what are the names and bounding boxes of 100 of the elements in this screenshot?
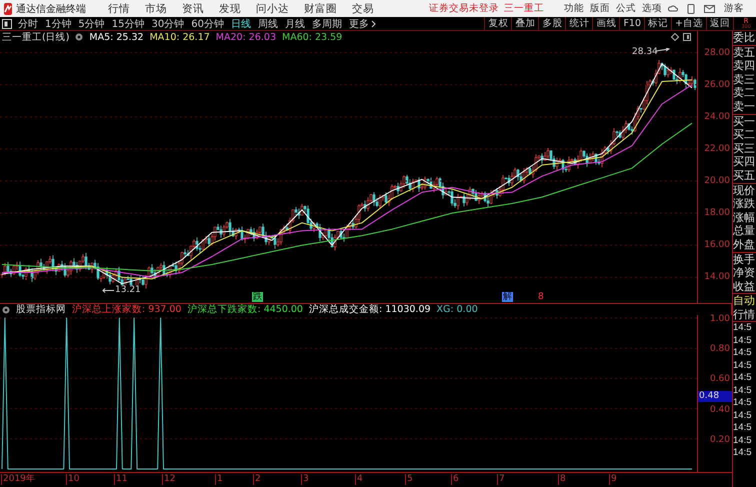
date-axis-label: 6 [451,474,459,485]
quote-field-label: 总量 [733,224,756,238]
price-axis-label: 24.00 [704,112,730,122]
trade-time: 14:5 [733,410,752,422]
period-tab[interactable]: 15分钟 [112,16,144,30]
high-price-label: 28.34 [632,47,658,57]
menu-item[interactable]: 行情 [108,2,130,16]
menu-item[interactable]: 功能 [564,2,584,15]
quote-field-label: 净资 [733,266,756,280]
settings-icon[interactable] [75,33,84,41]
date-axis-label: 11 [114,474,128,485]
quote-field-label: 卖一 [733,100,756,114]
quote-field-label: 买三 [733,142,756,156]
period-tab[interactable]: 月线 [284,16,305,30]
period-tab[interactable]: 日线 [230,16,251,30]
panel-toggle-icon[interactable] [683,33,691,41]
date-axis-label: 7 [497,474,505,485]
trade-time: 14:5 [733,372,752,385]
date-axis-label: 10 [66,474,80,485]
menu-item[interactable]: 问小达 [256,2,289,16]
indicator-axis-label: 1.00 [710,314,730,324]
quote-field-label: 换手 [733,252,756,266]
quote-field-label: 收益 [733,280,756,294]
trade-time: 14:5 [733,422,752,435]
menu-item[interactable]: 版面 [590,2,610,15]
trade-time: 14:5 [733,384,752,398]
app-title: 通达信金融终端 [16,2,86,16]
diamond-icon[interactable] [671,33,679,41]
date-axis-label: 1 [215,474,223,485]
cursor-value-label: 0.48 [698,390,732,402]
indicator-value: XG: 0.00 [436,304,478,315]
quote-field-label: 委比 [733,31,756,45]
trade-time: 14:5 [733,447,752,460]
menu-item[interactable]: 财富圈 [304,2,337,16]
period-tab[interactable]: 分时 [18,16,38,30]
date-axis-label: 2 [253,474,261,485]
low-price-label: 13.21 [115,285,141,295]
menu-item[interactable]: 市场 [145,2,167,16]
trade-time: 14:5 [733,347,752,360]
quote-mode-label[interactable]: 自动 [733,294,756,308]
period-tab[interactable]: 周线 [258,16,278,30]
indicator-value: 沪深总上涨家数: 937.00 [72,303,182,316]
panel-toggle-icon[interactable] [2,18,12,28]
login-status: 证券交易未登录 [429,2,499,15]
period-tab[interactable]: 多周期 [312,16,342,30]
menu-item[interactable]: 资讯 [182,2,204,16]
price-axis-label: 14.00 [704,272,730,282]
user-name[interactable]: 游客 [724,2,744,15]
quote-field-label: 买五 [733,168,756,183]
indicator-axis-label: 0.40 [710,404,730,415]
date-axis-label: 4 [355,474,363,485]
moving-average-label: MA5: 25.32 [89,32,144,42]
price-axis-label: 16.00 [704,240,730,250]
quote-field-label: 卖二 [733,86,756,100]
indicator-axis-label: 0.60 [710,374,730,384]
moving-average-label: MA60: 23.59 [282,32,342,42]
menu-item[interactable]: 选项 [642,2,662,15]
date-axis-label: 5 [405,474,413,485]
app-logo-icon [4,2,12,14]
period-tab[interactable]: 更多 [348,16,376,30]
price-axis-label: 22.00 [704,144,730,154]
arrow-icon [102,288,114,293]
quote-field-label: 涨幅 [733,210,756,224]
stock-name: 三一重工 [504,2,544,15]
indicator-axis-label: 0.20 [710,434,730,445]
date-axis-label: 8 [558,474,566,485]
trade-time: 14:5 [733,334,752,348]
price-axis-label: 18.00 [704,208,730,218]
quote-mode-label[interactable]: 行情 [733,308,756,322]
quote-field-label: 买二 [733,128,756,142]
chart-marker[interactable]: 跌 [252,292,263,302]
phone-icon[interactable] [687,4,695,14]
date-axis-label: 9 [609,474,617,485]
chevron-right-icon [370,20,376,28]
quote-field-label: 买四 [733,155,756,169]
chart-marker[interactable]: 8 [537,292,545,302]
price-axis-label: 20.00 [704,176,730,186]
period-tab[interactable]: 60分钟 [191,16,224,30]
indicator-value: 沪深总下跌家数: 4450.00 [187,303,303,316]
quote-field-label: 外盘 [733,238,756,252]
mail-icon[interactable] [704,4,715,13]
trade-time: 14:5 [733,322,752,335]
date-axis-label: 3 [301,474,309,485]
arrow-icon [656,48,670,53]
menu-item[interactable]: 公式 [616,2,636,15]
settings-icon[interactable] [2,306,10,314]
indicator-value: 沪深总成交金额: 11030.09 [308,303,431,316]
price-axis-label: 26.00 [704,80,730,90]
menu-item[interactable]: 交易 [352,2,374,16]
menu-item[interactable]: 发现 [219,2,241,16]
date-axis-label: 12 [162,474,176,485]
period-tab[interactable]: 5分钟 [78,16,105,30]
quote-field-label: 卖三 [733,72,756,86]
quote-field-label: 涨跌 [733,197,756,211]
chart-marker[interactable]: 解 [502,292,513,302]
quote-field-label: 卖四 [733,59,756,73]
cloud-icon[interactable] [668,4,678,14]
period-tab[interactable]: 30分钟 [151,16,184,30]
period-tab[interactable]: 1分钟 [45,16,72,30]
quote-field-label: 现价 [733,184,756,198]
